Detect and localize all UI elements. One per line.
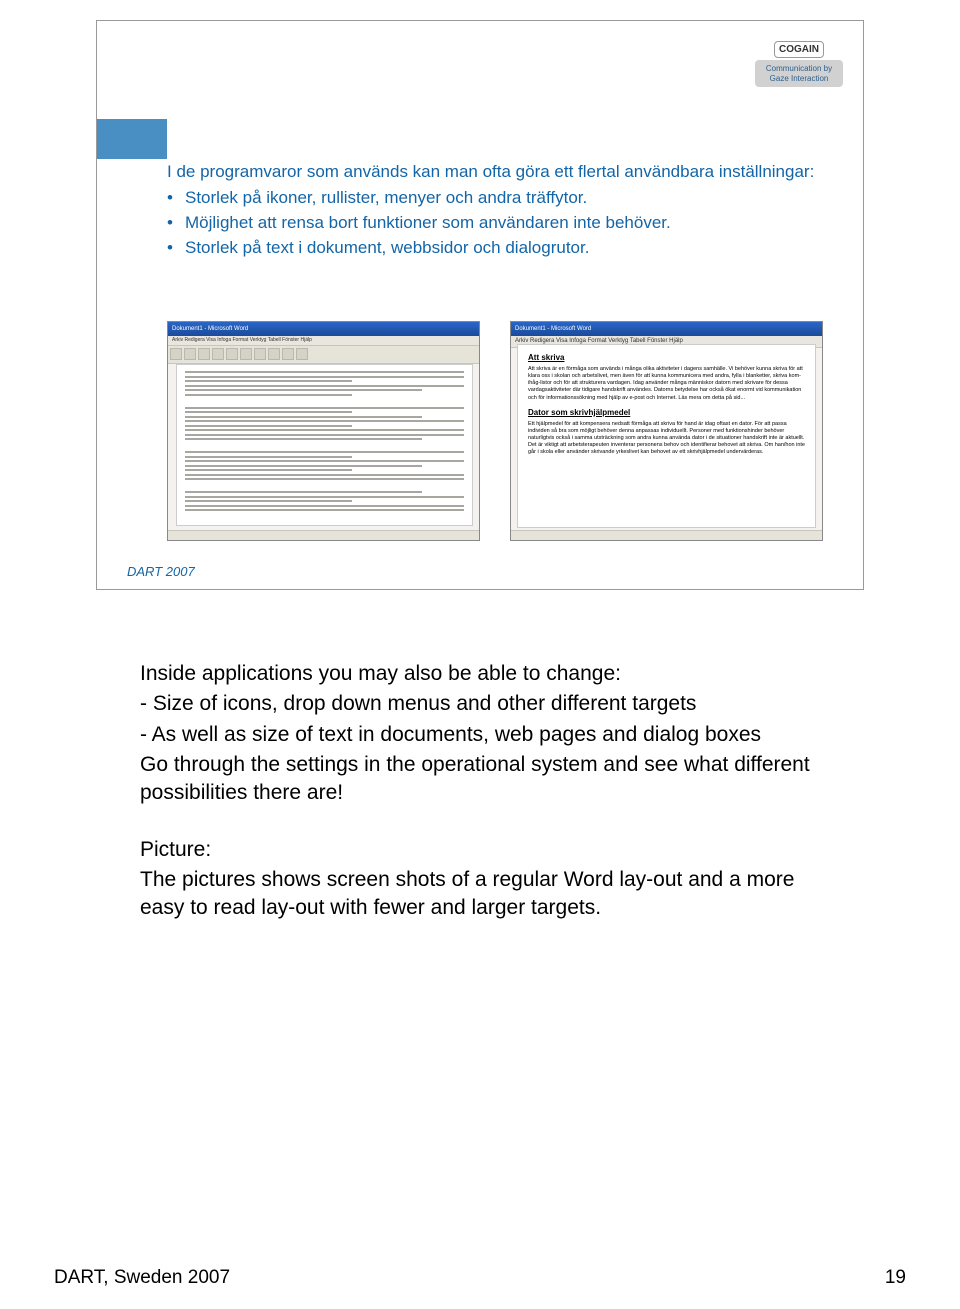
document-area: [176, 364, 473, 526]
body-line-1: Inside applications you may also be able…: [140, 660, 820, 688]
toolbar-button: [268, 348, 280, 360]
toolbar-button: [184, 348, 196, 360]
toolbar-button: [254, 348, 266, 360]
body-text: Inside applications you may also be able…: [140, 660, 820, 925]
toolbar-button: [240, 348, 252, 360]
toolbar-button: [226, 348, 238, 360]
slide-footer: DART 2007: [127, 564, 195, 579]
toolbar-button: [212, 348, 224, 360]
window-titlebar: Dokument1 - Microsoft Word: [511, 322, 822, 336]
bullet-3: Storlek på text i dokument, webbsidor oc…: [167, 237, 823, 260]
screenshot-left: Dokument1 - Microsoft Word Arkiv Rediger…: [167, 321, 480, 541]
doc-heading-1: Att skriva: [528, 353, 805, 362]
page-footer: DART, Sweden 2007 19: [54, 1267, 906, 1289]
doc-paragraph-2: Ett hjälpmedel för att kompensera nedsat…: [528, 421, 805, 457]
toolbar-button: [170, 348, 182, 360]
toolbar-button: [198, 348, 210, 360]
document-area: Att skriva Att skriva är en förmåga som …: [517, 344, 816, 528]
toolbar-button: [282, 348, 294, 360]
bullet-2: Möjlighet att rensa bort funktioner som …: [167, 212, 823, 235]
slide-frame: COGAIN Communication by Gaze Interaction…: [96, 20, 864, 590]
body-line-2: - Size of icons, drop down menus and oth…: [140, 690, 820, 718]
window-statusbar: [168, 530, 479, 540]
bullet-1: Storlek på ikoner, rullister, menyer och…: [167, 187, 823, 210]
picture-heading: Picture:: [140, 836, 820, 864]
slide-intro: I de programvaror som används kan man of…: [167, 161, 823, 183]
logo-tagline: Communication by Gaze Interaction: [755, 60, 843, 87]
window-title: Dokument1 - Microsoft Word: [172, 326, 248, 332]
window-title: Dokument1 - Microsoft Word: [515, 326, 591, 332]
screenshots-row: Dokument1 - Microsoft Word Arkiv Rediger…: [167, 321, 823, 541]
header-accent-box: [97, 119, 167, 159]
doc-heading-2: Dator som skrivhjälpmedel: [528, 408, 805, 417]
body-line-4: Go through the settings in the operation…: [140, 751, 820, 808]
window-statusbar: [511, 530, 822, 540]
screenshot-right: Dokument1 - Microsoft Word Arkiv Rediger…: [510, 321, 823, 541]
doc-paragraph-1: Att skriva är en förmåga som används i m…: [528, 366, 805, 402]
tiny-text-lines: [177, 365, 472, 520]
toolbar-button: [296, 348, 308, 360]
logo-brand: COGAIN: [774, 41, 824, 58]
window-menubar: Arkiv Redigera Visa Infoga Format Verkty…: [168, 336, 479, 346]
cogain-logo: COGAIN Communication by Gaze Interaction: [755, 39, 843, 87]
slide-body: I de programvaror som används kan man of…: [167, 161, 823, 262]
page-number: 19: [885, 1267, 906, 1289]
window-toolbar: [168, 346, 479, 364]
slide-bullets: Storlek på ikoner, rullister, menyer och…: [167, 187, 823, 260]
window-titlebar: Dokument1 - Microsoft Word: [168, 322, 479, 336]
picture-description: The pictures shows screen shots of a reg…: [140, 866, 820, 923]
body-line-3: - As well as size of text in documents, …: [140, 721, 820, 749]
footer-left: DART, Sweden 2007: [54, 1267, 230, 1289]
slide-header: COGAIN Communication by Gaze Interaction: [97, 21, 863, 159]
